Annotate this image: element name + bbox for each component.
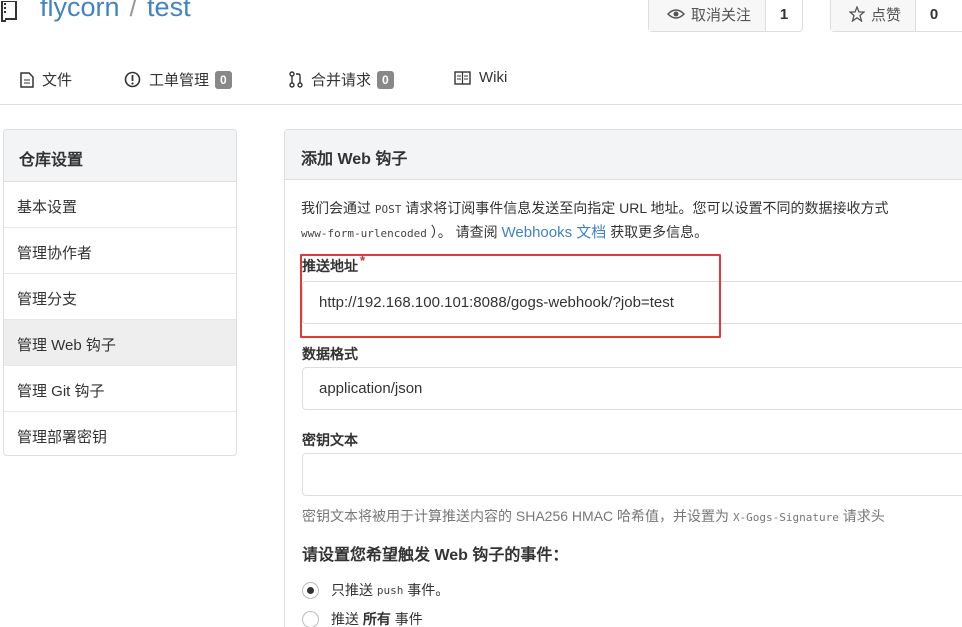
desc-text: 获取更多信息。 — [610, 224, 709, 240]
add-webhook-panel: 添加 Web 钩子 我们会通过 POST 请求将订阅事件信息发送至向指定 URL… — [284, 129, 962, 627]
sidebar-title: 仓库设置 — [4, 130, 236, 182]
sidebar-item-webhooks[interactable]: 管理 Web 钩子 — [4, 320, 236, 366]
repo-separator: / — [129, 0, 138, 22]
settings-sidebar: 仓库设置 基本设置 管理协作者 管理分支 管理 Web 钩子 管理 Git 钩子… — [3, 129, 237, 456]
webhooks-docs-link[interactable]: Webhooks 文档 — [502, 224, 607, 241]
unwatch-label: 取消关注 — [691, 6, 752, 24]
sidebar-item-git-hooks[interactable]: 管理 Git 钩子 — [4, 366, 236, 412]
star-button-group: 点赞 0 — [830, 0, 962, 32]
tab-label: Wiki — [479, 69, 508, 86]
sidebar-item-deploy-keys[interactable]: 管理部署密钥 — [4, 412, 236, 455]
secret-help-text: 密钥文本将被用于计算推送内容的 SHA256 HMAC 哈希值，并设置为 X-G… — [302, 506, 885, 526]
eye-icon — [667, 9, 685, 19]
payload-url-label-text: 推送地址 — [302, 258, 358, 274]
pull-requests-count-badge: 0 — [377, 70, 394, 89]
panel-title: 添加 Web 钩子 — [285, 130, 962, 180]
tab-issues[interactable]: 工单管理 0 — [124, 69, 232, 90]
webhook-description: 我们会通过 POST 请求将订阅事件信息发送至向指定 URL 地址。您可以设置不… — [301, 197, 962, 245]
tab-label: 文件 — [42, 72, 73, 89]
tab-label: 合并请求 — [311, 72, 372, 89]
book-icon — [454, 70, 471, 85]
pull-request-icon — [289, 71, 303, 88]
star-label: 点赞 — [871, 6, 902, 24]
tab-wiki[interactable]: Wiki — [454, 69, 507, 86]
help-text: 密钥文本将被用于计算推送内容的 SHA256 HMAC 哈希值，并设置为 — [302, 508, 730, 524]
payload-url-input[interactable]: http://192.168.100.101:8088/gogs-webhook… — [302, 281, 962, 324]
repo-name-link[interactable]: test — [147, 0, 191, 22]
payload-url-label: 推送地址 * — [302, 253, 366, 276]
sidebar-item-collaborators[interactable]: 管理协作者 — [4, 228, 236, 274]
event-option-push-only[interactable]: 只推送 push 事件。 — [302, 580, 449, 600]
file-icon — [20, 71, 34, 88]
desc-text: 请求将订阅事件信息发送至向指定 URL 地址。您可以设置不同的数据接收方式 — [405, 200, 889, 216]
help-text: 请求头 — [842, 508, 885, 524]
watch-count[interactable]: 1 — [766, 0, 802, 31]
desc-text: ）。 请查阅 — [430, 224, 498, 240]
repo-icon — [0, 0, 20, 25]
option-text: 只推送 — [331, 582, 373, 598]
issues-count-badge: 0 — [215, 70, 232, 89]
watch-button-group: 取消关注 1 — [648, 0, 804, 32]
option-bold: 所有 — [362, 611, 391, 627]
help-code: X-Gogs-Signature — [732, 511, 839, 524]
sidebar-item-branches[interactable]: 管理分支 — [4, 274, 236, 320]
secret-label: 密钥文本 — [302, 432, 358, 448]
sidebar-item-basic-settings[interactable]: 基本设置 — [4, 182, 236, 228]
repo-title: flycorn / test — [40, 0, 191, 23]
content-type-label: 数据格式 — [302, 346, 358, 362]
desc-code: www-form-urlencoded — [301, 227, 427, 240]
unwatch-button[interactable]: 取消关注 — [649, 0, 767, 31]
repo-tabs: 文件 工单管理 0 合并请求 0 Wiki — [0, 57, 962, 105]
tab-files[interactable]: 文件 — [20, 69, 72, 90]
repo-owner-link[interactable]: flycorn — [40, 0, 120, 22]
tab-pull-requests[interactable]: 合并请求 0 — [289, 69, 394, 90]
secret-input[interactable] — [302, 453, 962, 496]
radio-button[interactable] — [302, 610, 319, 627]
option-text: 事件 — [394, 611, 423, 627]
desc-text: 我们会通过 — [301, 200, 371, 216]
star-icon — [849, 6, 865, 22]
option-code: push — [376, 583, 404, 597]
content-type-select[interactable]: application/json — [302, 367, 962, 410]
star-count[interactable]: 0 — [916, 0, 952, 31]
repo-header: flycorn / test 取消关注 1 点赞 0 — [0, 0, 962, 40]
radio-button[interactable] — [302, 581, 319, 599]
event-option-all[interactable]: 推送 所有 事件 — [302, 609, 423, 627]
star-button[interactable]: 点赞 — [831, 0, 917, 31]
option-text: 推送 — [331, 611, 359, 627]
desc-code: POST — [374, 203, 402, 216]
option-text: 事件。 — [407, 582, 450, 598]
required-mark: * — [360, 253, 366, 268]
tab-label: 工单管理 — [149, 72, 210, 89]
events-title: 请设置您希望触发 Web 钩子的事件： — [302, 547, 569, 564]
issue-icon — [124, 71, 141, 88]
